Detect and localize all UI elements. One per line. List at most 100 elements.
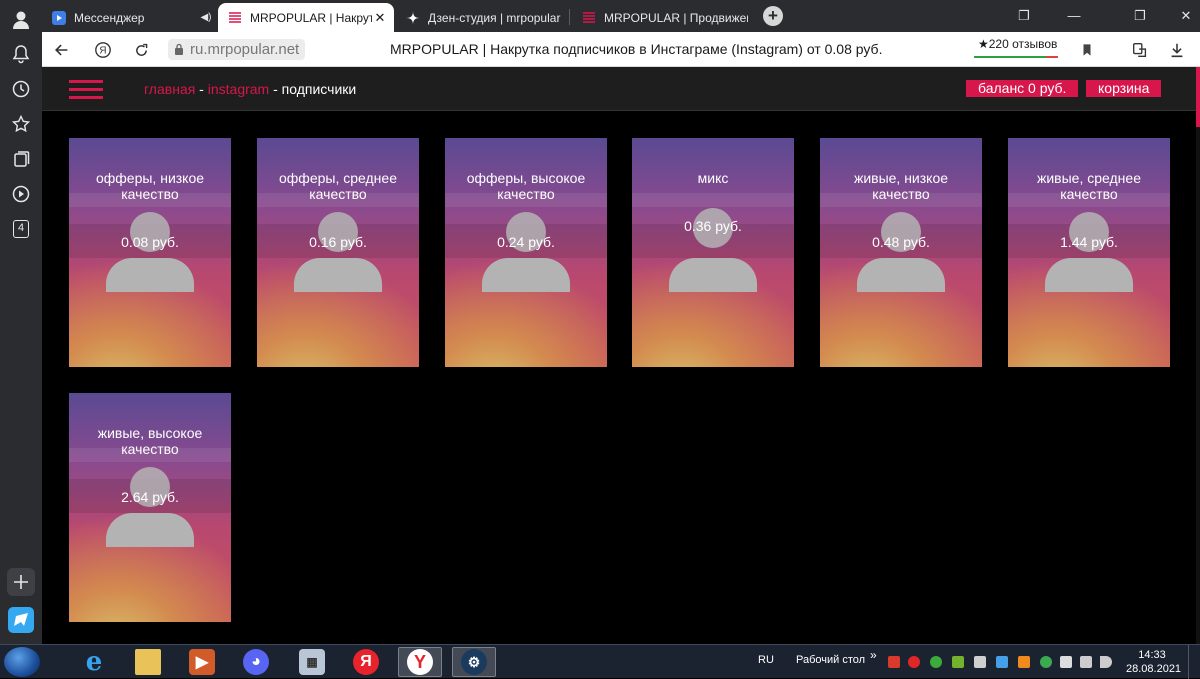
download-icon[interactable] xyxy=(1166,39,1188,61)
taskbar-calculator[interactable]: ▦ xyxy=(290,647,334,677)
dzen-icon xyxy=(406,10,420,25)
start-button-icon[interactable] xyxy=(4,647,40,677)
breadcrumb-instagram-link[interactable]: instagram xyxy=(208,81,269,97)
service-card[interactable]: живые, высокое качество 2.64 руб. xyxy=(69,393,231,622)
taskbar-explorer[interactable] xyxy=(126,647,170,677)
menu-burger-icon[interactable] xyxy=(69,80,103,100)
url-field[interactable]: ru.mrpopular.net xyxy=(168,39,306,60)
messenger-app-icon[interactable] xyxy=(8,607,34,633)
tab-separator xyxy=(569,9,570,25)
tray-clock[interactable]: 14:33 28.08.2021 xyxy=(1126,648,1181,676)
tab-title: MRPOPULAR | Накрутка xyxy=(250,10,372,25)
taskbar-media[interactable]: ▶ xyxy=(180,647,224,677)
volume-icon[interactable] xyxy=(1100,656,1112,668)
tabs-menu-icon[interactable]: ❐ xyxy=(1012,6,1036,26)
steam-icon: ⚙ xyxy=(461,649,487,675)
taskbar-discord[interactable]: ◕ xyxy=(234,647,278,677)
network-icon[interactable] xyxy=(1080,656,1092,668)
new-tab-button[interactable]: + xyxy=(763,6,783,26)
service-card[interactable]: микс 0.36 руб. xyxy=(632,138,794,367)
tab-dzen[interactable]: Дзен-студия | mrpopular | xyxy=(396,3,564,32)
bookmarks-icon[interactable] xyxy=(9,112,33,136)
tab-title: Мессенджер xyxy=(74,10,145,25)
mrpopular-icon xyxy=(228,10,242,25)
tab-mrpopular-promo[interactable]: MRPOPULAR | Продвижен xyxy=(572,3,748,32)
service-cards: офферы, низкое качество 0.08 руб. офферы… xyxy=(42,111,1196,644)
opera-icon[interactable] xyxy=(908,656,920,668)
service-card[interactable]: офферы, низкое качество 0.08 руб. xyxy=(69,138,231,367)
card-price: 0.16 руб. xyxy=(309,234,367,250)
reviews-badge[interactable]: ★220 отзывов xyxy=(974,37,1061,57)
tab-title: Дзен-студия | mrpopular | xyxy=(428,10,564,25)
metamask-icon[interactable] xyxy=(1018,656,1030,668)
cart-button[interactable]: корзина xyxy=(1086,80,1162,97)
extensions-icon[interactable] xyxy=(1129,39,1151,61)
tab-mrpopular-active[interactable]: MRPOPULAR | Накрутка ✕ xyxy=(218,3,394,32)
page-scrollbar[interactable] xyxy=(1196,67,1200,644)
avatar-body-icon xyxy=(106,513,194,547)
tray-sync-icon[interactable] xyxy=(996,656,1008,668)
folder-icon xyxy=(135,649,161,675)
restore-icon[interactable]: ❐ xyxy=(1128,6,1152,26)
video-icon[interactable] xyxy=(9,182,33,206)
tray-green-icon[interactable] xyxy=(930,656,942,668)
reviews-rating-bar xyxy=(974,56,1058,58)
media-player-icon: ▶ xyxy=(189,649,215,675)
avatar-body-icon xyxy=(482,258,570,292)
service-card[interactable]: живые, среднее качество 1.44 руб. xyxy=(1008,138,1170,367)
taskbar-steam[interactable]: ⚙ xyxy=(452,647,496,677)
tray-printer-icon[interactable] xyxy=(974,656,986,668)
history-icon[interactable] xyxy=(9,77,33,101)
card-title: офферы, среднее качество xyxy=(279,170,397,202)
yandex-icon: Я xyxy=(353,649,379,675)
mrpopular-icon xyxy=(582,10,596,25)
language-indicator[interactable]: RU xyxy=(758,654,774,666)
avatar-body-icon xyxy=(294,258,382,292)
taskbar-yandex[interactable]: Я xyxy=(344,647,388,677)
close-tab-icon[interactable]: ✕ xyxy=(372,10,388,26)
back-icon[interactable] xyxy=(51,39,73,61)
counter-badge-icon[interactable]: 4 xyxy=(9,217,33,241)
tray-check-icon[interactable] xyxy=(1040,656,1052,668)
card-price: 0.48 руб. xyxy=(872,234,930,250)
card-price: 2.64 руб. xyxy=(121,489,179,505)
tab-title: MRPOPULAR | Продвижен xyxy=(604,10,748,25)
breadcrumb: главная - instagram - подписчики xyxy=(144,81,356,97)
tray-flag-icon[interactable] xyxy=(1060,656,1072,668)
page-title: MRPOPULAR | Накрутка подписчиков в Инста… xyxy=(390,41,883,57)
messenger-icon xyxy=(52,10,66,25)
yandex-logo-icon[interactable]: Я xyxy=(92,39,114,61)
bookmark-icon[interactable] xyxy=(1076,39,1098,61)
notifications-icon[interactable] xyxy=(9,42,33,66)
tab-messenger[interactable]: Мессенджер ◀) xyxy=(42,3,220,32)
taskbar-yandex-browser[interactable]: Y xyxy=(398,647,442,677)
close-window-icon[interactable]: ✕ xyxy=(1174,6,1198,26)
scrollbar-thumb[interactable] xyxy=(1196,67,1200,127)
card-title: офферы, высокое качество xyxy=(466,170,586,202)
taskbar-ie[interactable]: e xyxy=(72,647,116,677)
service-card[interactable]: офферы, среднее качество 0.16 руб. xyxy=(257,138,419,367)
minimize-icon[interactable]: — xyxy=(1062,6,1086,26)
card-title: офферы, низкое качество xyxy=(95,170,205,202)
desktop-toolbar[interactable]: Рабочий стол xyxy=(796,654,865,666)
sidebar-badge: 4 xyxy=(13,220,29,238)
speaker-icon[interactable]: ◀) xyxy=(198,12,214,23)
nvidia-icon[interactable] xyxy=(952,656,964,668)
collections-icon[interactable] xyxy=(9,147,33,171)
service-card[interactable]: живые, низкое качество 0.48 руб. xyxy=(820,138,982,367)
add-panel-icon[interactable] xyxy=(7,568,35,596)
show-desktop-button[interactable] xyxy=(1188,645,1200,679)
balance-button[interactable]: баланс 0 руб. xyxy=(966,80,1079,97)
breadcrumb-home-link[interactable]: главная xyxy=(144,81,195,97)
svg-text:Я: Я xyxy=(99,46,106,57)
calculator-icon: ▦ xyxy=(299,649,325,675)
profile-icon[interactable] xyxy=(9,8,33,32)
internet-explorer-icon: e xyxy=(85,647,103,677)
reload-icon[interactable] xyxy=(130,39,152,61)
browser-sidebar: 4 xyxy=(0,0,42,644)
card-title: живые, среднее качество xyxy=(1037,170,1141,202)
service-card[interactable]: офферы, высокое качество 0.24 руб. xyxy=(445,138,607,367)
tray-app-icon[interactable] xyxy=(888,656,900,668)
avatar-body-icon xyxy=(1045,258,1133,292)
toolbar-chevron-icon[interactable]: » xyxy=(870,648,877,662)
